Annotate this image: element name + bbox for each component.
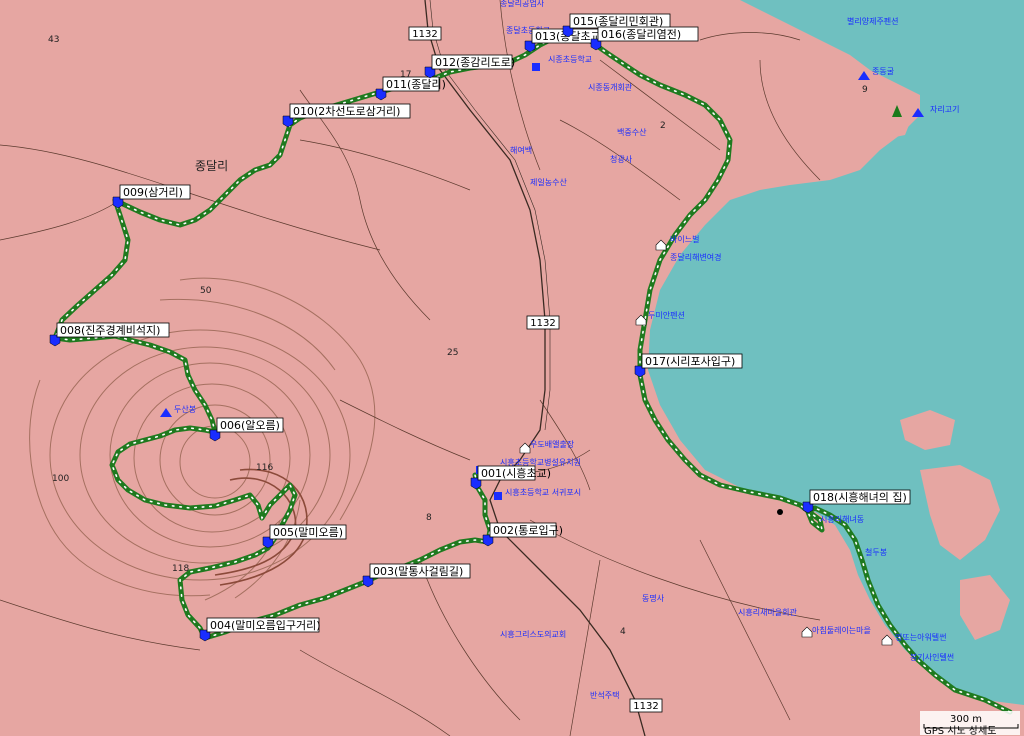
waypoint-label: 001(시흥초교)	[481, 466, 551, 480]
poi-label: 별리양제주펜션	[847, 16, 899, 26]
elevation-label: 2	[660, 121, 666, 131]
waypoint-label: 017(시리포사입구)	[645, 355, 735, 368]
svg-text:1132: 1132	[530, 318, 555, 329]
waypoint-label: 018(시흥해녀의 집)	[813, 490, 907, 504]
waypoint-label: 002(통로입구)	[493, 524, 563, 537]
poi-label: 두미안펜션	[648, 310, 685, 320]
poi-label: 바이느벌	[670, 234, 699, 244]
waypoint-label: 011(종달리)	[386, 78, 446, 91]
poi-label: 백중수산	[617, 127, 647, 137]
road-label-1132-mid: 1132	[526, 315, 560, 330]
elevation-label: 118	[172, 564, 189, 574]
waypoint-label: 008(진주경계비석지)	[60, 324, 160, 337]
waypoint-label: 009(삼거리)	[123, 186, 183, 199]
road-label-1132-bottom: 1132	[629, 698, 663, 713]
poi-label: 아침둘레이는마을	[812, 625, 871, 635]
elevation-label: 9	[862, 85, 868, 95]
waypoint-label: 003(말통사걸림길)	[373, 565, 463, 578]
poi-label: 철두봉	[865, 547, 887, 557]
poi-label: 종달리공업사	[500, 0, 545, 8]
poi-label: 시흥리새마을회관	[738, 607, 798, 617]
poi-label: 자리고기	[930, 105, 959, 114]
waypoint-label: 010(2차선도로삼거리)	[293, 105, 400, 118]
svg-text:1132: 1132	[633, 701, 658, 712]
poi-label: 시흥리해녀동	[820, 514, 864, 524]
elevation-label: 8	[426, 513, 432, 523]
poi-label: 시종동개회관	[588, 82, 633, 92]
poi-label: 해여백	[510, 145, 532, 155]
waypoint-label: 006(알오름)	[220, 418, 280, 432]
poi-label: 시종초등학교	[548, 54, 592, 64]
poi-label: 시흥초등학교 서귀포시	[505, 487, 581, 497]
place-name-jongdal: 종달리	[195, 159, 228, 173]
elevation-label: 4	[620, 627, 626, 637]
scale-credit: GPS 시노 상세도	[924, 725, 996, 736]
elevation-label: 43	[48, 35, 59, 45]
waypoint-label: 016(종달리염전)	[601, 28, 681, 41]
waypoint-label: 012(종감리도로)	[435, 56, 515, 69]
poi-label: 제일농수산	[530, 177, 567, 187]
waypoint-label: 005(말미오름)	[273, 526, 343, 539]
poi-label: 봉기사인텔썬	[910, 652, 954, 662]
svg-text:1132: 1132	[412, 29, 437, 40]
waypoint-label: 015(종달리민회관)	[573, 15, 663, 28]
poi-label: 시흥그리스도의교회	[500, 629, 566, 639]
camera-icon	[777, 509, 783, 515]
school-icon	[494, 492, 502, 500]
waypoint-label: 004(말미오름입구거리)	[210, 619, 321, 632]
poi-label: 종달리해변여경	[670, 252, 722, 262]
scale-distance: 300 m	[950, 714, 982, 725]
poi-label: 청광사	[610, 154, 633, 164]
map-canvas[interactable]: 1132 1132 1132 종달리 43 50 25 116 118 100 …	[0, 0, 1024, 736]
poi-label: 시흥초등학교병설유치원	[500, 457, 581, 467]
elevation-label: 25	[447, 348, 458, 358]
poi-label: 반석주택	[590, 690, 619, 700]
elevation-label: 50	[200, 286, 212, 296]
poi-label: 명또는아워텔썬	[895, 632, 947, 642]
elevation-label: 100	[52, 474, 69, 484]
poi-label: 우도배앨출장	[530, 439, 575, 449]
poi-label: 두산봉	[174, 404, 196, 414]
elevation-label: 116	[256, 463, 273, 473]
school-icon	[532, 63, 540, 71]
poi-label: 동명사	[642, 593, 665, 603]
poi-label: 종동굴	[872, 67, 894, 76]
road-label-1132-top: 1132	[408, 26, 442, 41]
scale-bar: 300 m GPS 시노 상세도	[920, 711, 1020, 736]
